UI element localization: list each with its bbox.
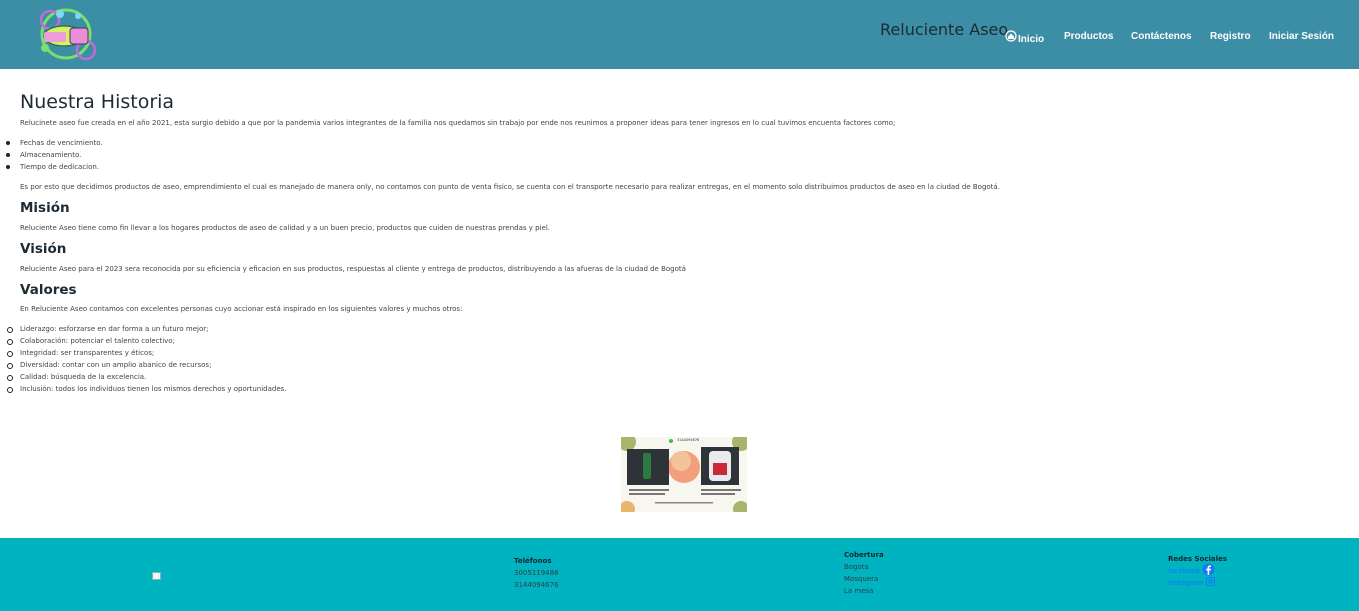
footer-phones: Teléfonos 3005119486 3144094676 — [514, 555, 559, 591]
vision-text: Reluciente Aseo para el 2023 sera recono… — [20, 265, 686, 273]
footer-coverage-title: Cobertura — [844, 551, 884, 559]
promo-flyer-image: 3144094676 — [621, 437, 747, 512]
list-item: Almacenamiento. — [6, 149, 103, 161]
history-paragraph: Es por esto que decidimos productos de a… — [20, 183, 1000, 191]
site-logo[interactable] — [30, 6, 104, 62]
list-item: Inclusión: todos los individuos tienen l… — [7, 385, 287, 393]
broken-image-icon — [152, 572, 161, 580]
intro-text: Relucinete aseo fue creada en el año 202… — [20, 119, 896, 127]
list-item: Diversidad: contar con un amplio abanico… — [7, 359, 287, 371]
list-item: Tiempo de dedicacion. — [6, 161, 103, 173]
nav-login[interactable]: Iniciar Sesión — [1269, 31, 1334, 42]
nav-register[interactable]: Registro — [1210, 31, 1251, 42]
nav-products[interactable]: Productos — [1064, 31, 1113, 42]
flyer-phone: 3144094676 — [677, 438, 700, 442]
brand-name: Reluciente Aseo — [880, 20, 1009, 39]
list-item: Fechas de vencimiento. — [6, 139, 103, 147]
facebook-link-label: facebook — [1168, 567, 1200, 575]
list-item: Calidad: búsqueda de la excelencia. — [7, 371, 287, 383]
nav-contact[interactable]: Contáctenos — [1131, 31, 1192, 42]
valores-heading: Valores — [20, 282, 77, 298]
coverage-city: La mesa — [844, 587, 874, 595]
facebook-link[interactable]: facebook — [1168, 563, 1227, 577]
coverage-city: Mosquera — [844, 575, 879, 583]
instagram-link[interactable]: instagram — [1168, 576, 1227, 590]
nav-home-label: Inicio — [1018, 33, 1045, 45]
list-item: Colaboración: potenciar el talento colec… — [7, 335, 287, 347]
home-icon — [1005, 30, 1017, 45]
instagram-link-label: instagram — [1168, 579, 1204, 587]
valores-list: Liderazgo: esforzarse en dar forma a un … — [7, 323, 287, 395]
list-item: Integridad: ser transparentes y éticos; — [7, 347, 287, 359]
valores-intro: En Reluciente Aseo contamos con excelent… — [20, 305, 463, 313]
mision-heading: Misión — [20, 200, 70, 216]
coverage-city: Bogota — [844, 563, 869, 571]
vision-heading: Visión — [20, 241, 67, 257]
footer-social-title: Redes Sociales — [1168, 555, 1227, 563]
instagram-icon — [1205, 576, 1215, 590]
footer-phone: 3005119486 — [514, 569, 559, 577]
footer-phone: 3144094676 — [514, 581, 559, 589]
factors-list: Fechas de vencimiento. Almacenamiento. T… — [6, 137, 103, 173]
site-header: Reluciente Aseo Inicio Productos Contáct… — [0, 0, 1359, 69]
mision-text: Reluciente Aseo tiene como fin llevar a … — [20, 224, 550, 232]
site-footer: Teléfonos 3005119486 3144094676 Cobertur… — [0, 538, 1359, 611]
page-title: Nuestra Historia — [20, 91, 175, 113]
footer-phones-title: Teléfonos — [514, 557, 552, 565]
nav-home[interactable]: Inicio — [1005, 30, 1044, 45]
footer-coverage: Cobertura Bogota Mosquera La mesa — [844, 549, 884, 597]
list-item: Liderazgo: esforzarse en dar forma a un … — [7, 323, 287, 335]
footer-social: Redes Sociales facebook instagram — [1168, 553, 1227, 589]
